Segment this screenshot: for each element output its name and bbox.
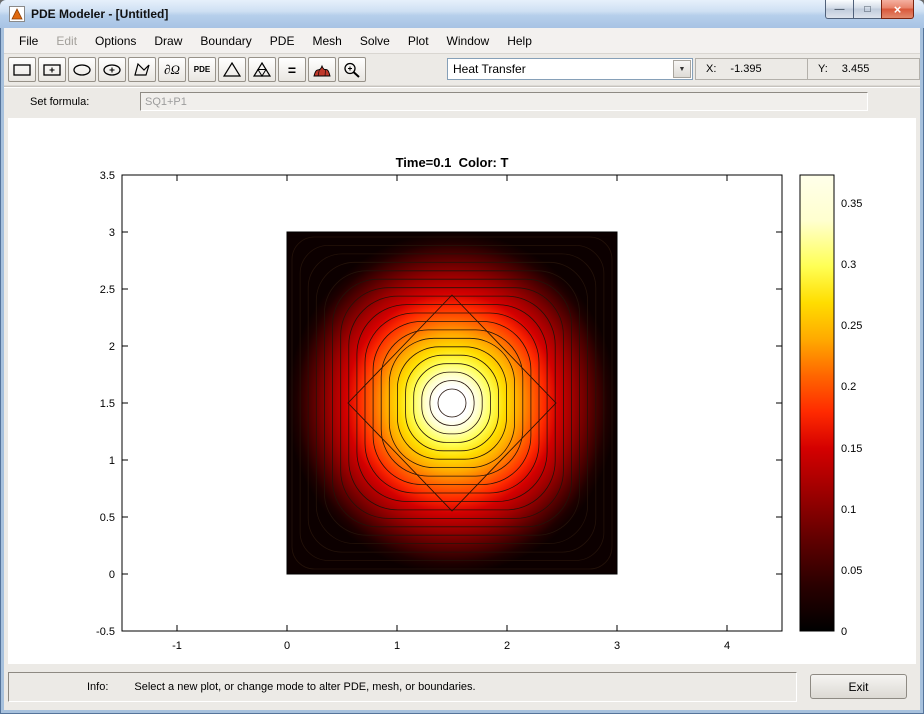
colorbar-tick-label: 0.35	[841, 198, 862, 210]
rectangle-tool-button[interactable]	[8, 57, 36, 82]
colorbar-tick-label: 0.05	[841, 565, 862, 577]
y-tick-label: 2.5	[100, 284, 115, 296]
y-coordinate-value: 3.455	[841, 63, 870, 75]
window-title: PDE Modeler - [Untitled]	[31, 7, 169, 21]
x-tick-label: 4	[724, 640, 730, 652]
solve-icon: =	[287, 61, 297, 78]
colorbar-tick-label: 0.15	[841, 443, 862, 455]
pde-mode-button[interactable]: PDE	[188, 57, 216, 82]
mesh-icon	[222, 61, 242, 77]
refine-mesh-button[interactable]	[248, 57, 276, 82]
colorbar-tick-label: 0.2	[841, 381, 856, 393]
polygon-icon	[134, 62, 150, 76]
set-formula-input	[140, 92, 868, 111]
polygon-tool-button[interactable]	[128, 57, 156, 82]
x-tick-label: -1	[172, 640, 182, 652]
y-tick-label: 3.5	[100, 170, 115, 182]
plot-solution-button[interactable]	[308, 57, 336, 82]
menu-help[interactable]: Help	[498, 30, 541, 52]
solve-pde-button[interactable]: =	[278, 57, 306, 82]
ellipse-centered-tool-button[interactable]	[98, 57, 126, 82]
titlebar[interactable]: PDE Modeler - [Untitled] — □ ×	[0, 0, 924, 28]
colorbar-tick-label: 0.1	[841, 504, 856, 516]
zoom-button[interactable]	[338, 57, 366, 82]
boundary-mode-label: ∂Ω	[164, 61, 180, 77]
colorbar-tick-label: 0.3	[841, 259, 856, 271]
pde-mode-label: PDE	[193, 65, 211, 74]
chevron-down-icon[interactable]: ▼	[673, 60, 691, 78]
x-coordinate-value: -1.395	[730, 63, 762, 75]
colorbar	[799, 174, 835, 632]
y-tick-label: 1	[109, 455, 115, 467]
y-tick-label: 0.5	[100, 512, 115, 524]
application-dropdown-value: Heat Transfer	[453, 62, 526, 76]
cursor-coordinates: X: -1.395 Y: 3.455	[695, 58, 920, 80]
menu-mesh[interactable]: Mesh	[303, 30, 350, 52]
initialize-mesh-button[interactable]	[218, 57, 246, 82]
rectangle-centered-tool-button[interactable]	[38, 57, 66, 82]
y-tick-label: -0.5	[96, 626, 115, 638]
plot-figure[interactable]: Time=0.1 Color: T 3.5 3 2.5 2 1.5 1 0.5 …	[8, 118, 916, 664]
menu-options[interactable]: Options	[86, 30, 145, 52]
menu-file[interactable]: File	[10, 30, 47, 52]
menu-window[interactable]: Window	[438, 30, 499, 52]
y-coordinate-label: Y:	[818, 63, 828, 75]
ellipse-icon	[73, 63, 91, 76]
set-formula-row: Set formula:	[4, 86, 920, 116]
menu-pde[interactable]: PDE	[261, 30, 304, 52]
ellipse-centered-icon	[109, 67, 115, 72]
rectangle-centered-icon	[49, 67, 55, 72]
statusbar: Info: Select a new plot, or change mode …	[4, 664, 920, 710]
info-label: Info:	[87, 681, 109, 693]
figure-area: Time=0.1 Color: T 3.5 3 2.5 2 1.5 1 0.5 …	[8, 118, 916, 664]
application-dropdown[interactable]: Heat Transfer ▼	[447, 58, 693, 80]
window-controls: — □ ×	[825, 0, 914, 19]
y-tick-label: 3	[109, 227, 115, 239]
x-tick-label: 3	[614, 640, 620, 652]
info-box: Info: Select a new plot, or change mode …	[8, 672, 797, 702]
window-content: File Edit Options Draw Boundary PDE Mesh…	[4, 28, 920, 710]
plot-title: Time=0.1 Color: T	[396, 155, 509, 170]
y-coordinate: Y: 3.455	[808, 59, 919, 79]
minimize-button[interactable]: —	[825, 0, 854, 19]
y-tick-label: 1.5	[100, 398, 115, 410]
ellipse-tool-button[interactable]	[68, 57, 96, 82]
colorbar-tick-label: 0	[841, 626, 847, 638]
x-coordinate-label: X:	[706, 63, 717, 75]
menu-draw[interactable]: Draw	[145, 30, 191, 52]
menubar: File Edit Options Draw Boundary PDE Mesh…	[4, 28, 920, 54]
menu-edit: Edit	[56, 33, 78, 48]
refine-mesh-icon	[257, 68, 267, 77]
menu-boundary[interactable]: Boundary	[191, 30, 260, 52]
plot-3d-icon	[313, 64, 331, 76]
maximize-button[interactable]: □	[853, 0, 882, 19]
close-button[interactable]: ×	[881, 0, 914, 19]
zoom-plus-icon	[348, 66, 352, 70]
rectangle-icon	[13, 63, 31, 76]
toolbar: ∂Ω PDE = Heat Transfer ▼ X: -1.395 Y: 3.…	[4, 54, 920, 86]
menu-plot[interactable]: Plot	[399, 30, 438, 52]
exit-button[interactable]: Exit	[810, 674, 907, 699]
pde-modeler-window: PDE Modeler - [Untitled] — □ × File Edit…	[0, 0, 924, 714]
x-coordinate: X: -1.395	[696, 59, 808, 79]
set-formula-label: Set formula:	[30, 96, 90, 108]
y-tick-label: 0	[109, 569, 115, 581]
y-tick-label: 2	[109, 341, 115, 353]
app-icon	[9, 6, 25, 22]
colorbar-tick-label: 0.25	[841, 320, 862, 332]
info-message: Select a new plot, or change mode to alt…	[134, 681, 476, 693]
boundary-mode-button[interactable]: ∂Ω	[158, 57, 186, 82]
x-tick-label: 2	[504, 640, 510, 652]
x-tick-label: 1	[394, 640, 400, 652]
x-tick-label: 0	[284, 640, 290, 652]
menu-solve[interactable]: Solve	[351, 30, 399, 52]
